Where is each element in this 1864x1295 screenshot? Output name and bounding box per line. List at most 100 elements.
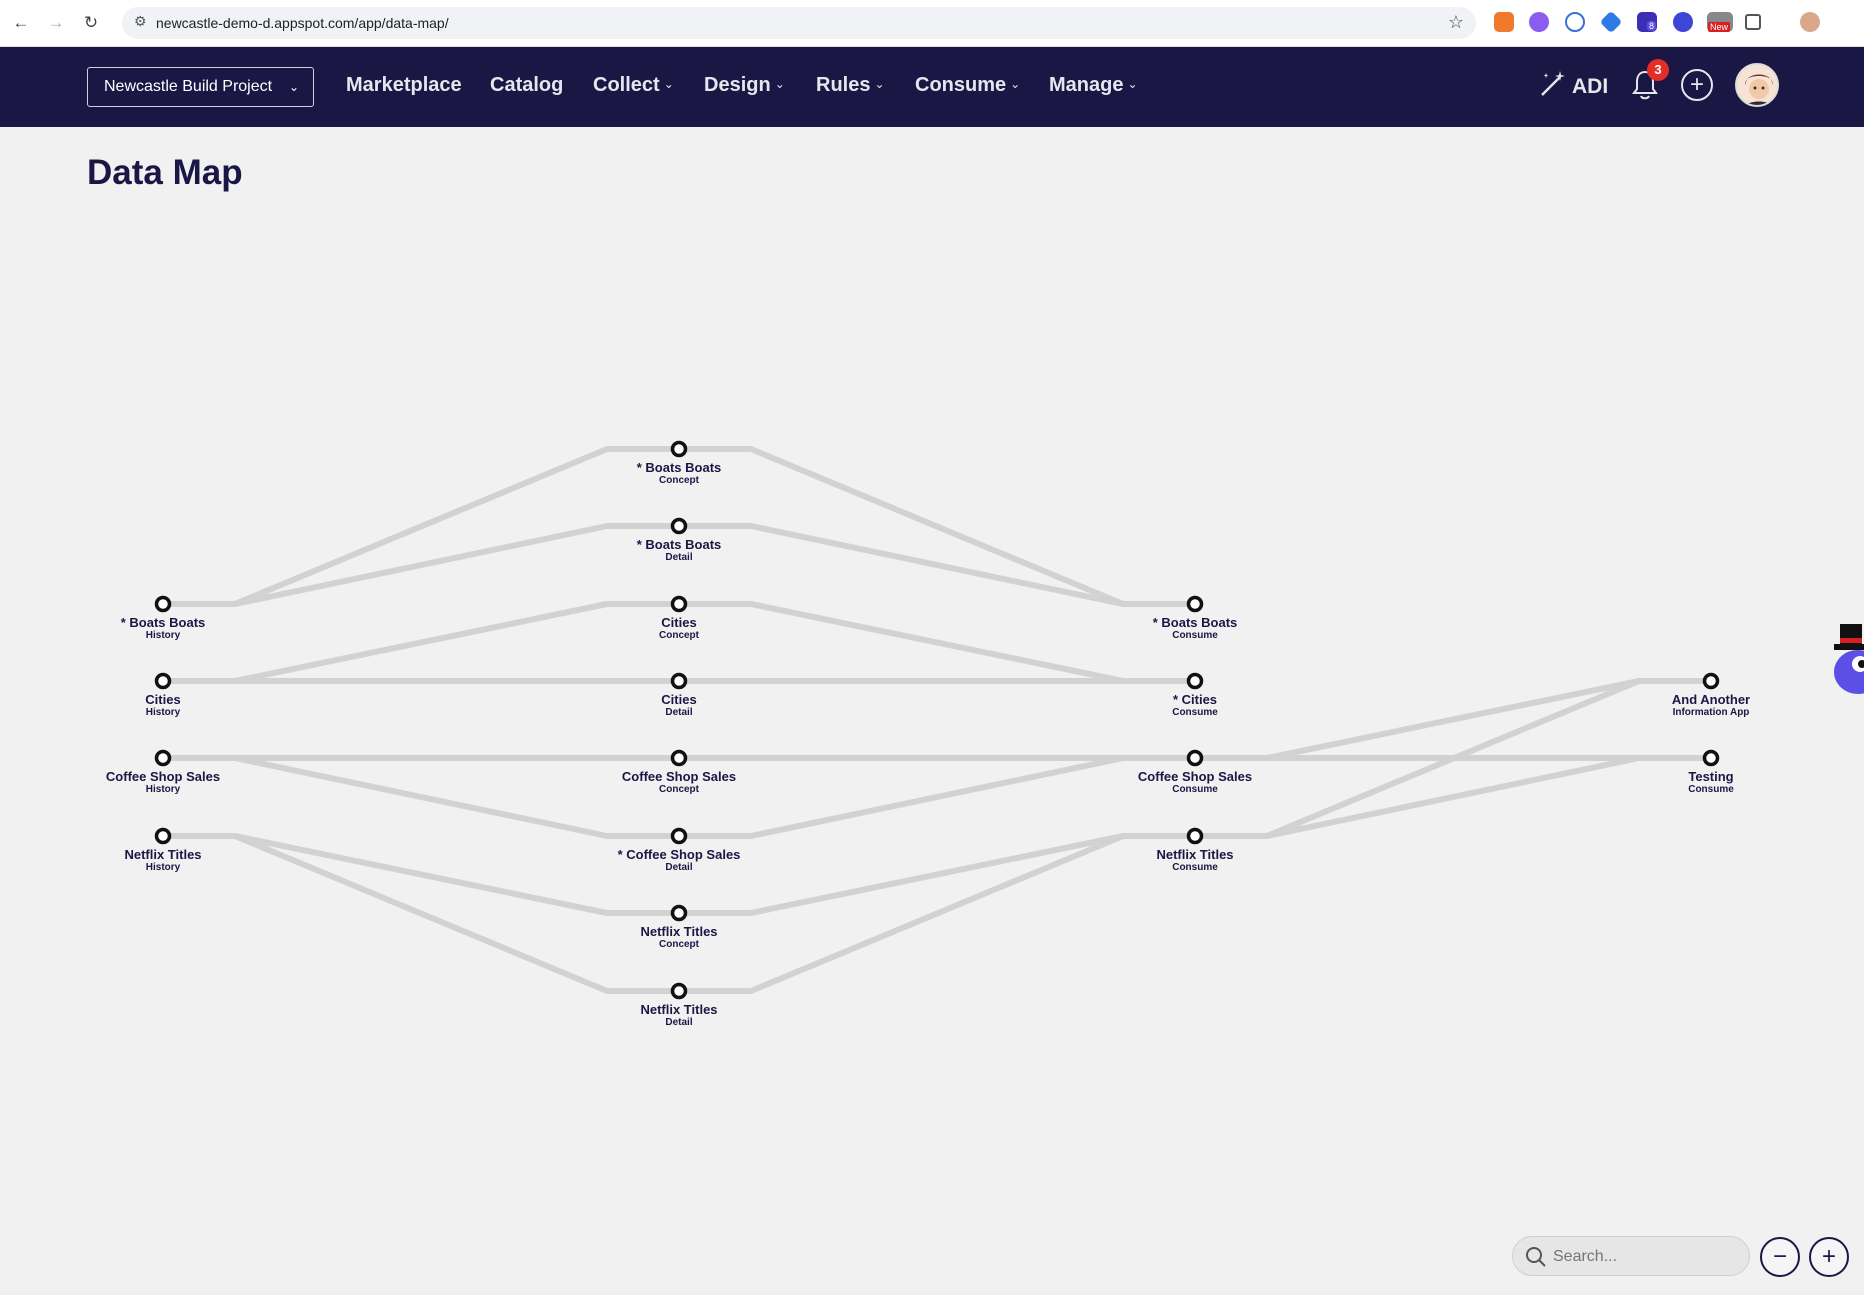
map-node-name: Testing	[1688, 769, 1734, 784]
map-node-label[interactable]: * Boats Boats Detail	[559, 537, 799, 564]
mascot-wizard-bird[interactable]	[1826, 620, 1864, 710]
map-node-kind: Concept	[659, 784, 699, 795]
map-node-label[interactable]: Coffee Shop Sales Concept	[559, 770, 799, 796]
extension-icon-3[interactable]	[1565, 12, 1585, 32]
map-node-label[interactable]: * Boats Boats Consume	[1075, 615, 1315, 642]
address-bar[interactable]: ⚙ newcastle-demo-d.appspot.com/app/data-…	[122, 7, 1476, 39]
profile-icon[interactable]	[1800, 12, 1820, 32]
browser-toolbar: ← → ↻ ⚙ newcastle-demo-d.appspot.com/app…	[0, 0, 1864, 47]
map-node-name: * Boats Boats	[1152, 615, 1238, 630]
map-node-name: * Boats Boats	[636, 537, 722, 552]
adi-button[interactable]: ADI	[1538, 69, 1608, 99]
map-node-kind: Consume	[1688, 784, 1734, 795]
map-node-h4[interactable]	[154, 827, 172, 845]
map-node-a2[interactable]	[1702, 749, 1720, 767]
back-icon[interactable]: ←	[10, 12, 32, 34]
search-input[interactable]	[1553, 1245, 1733, 1269]
map-node-label[interactable]: Netflix Titles Consume	[1075, 848, 1315, 874]
chevron-down-icon: ⌄	[1127, 77, 1138, 91]
map-node-label[interactable]: Coffee Shop Sales History	[43, 769, 283, 796]
map-node-name: And Another	[1671, 692, 1751, 707]
map-node-label[interactable]: Testing Consume	[1591, 769, 1831, 796]
map-node-m7[interactable]	[670, 904, 688, 922]
map-node-kind: Consume	[1172, 707, 1218, 718]
map-node-kind: Detail	[665, 862, 693, 873]
map-node-label[interactable]: And Another Information App	[1591, 692, 1831, 719]
map-node-label[interactable]: Netflix Titles History	[43, 848, 283, 874]
map-node-label[interactable]: Cities Detail	[559, 693, 799, 719]
map-node-name: Netflix Titles	[640, 1002, 718, 1017]
project-name: Newcastle Build Project	[104, 78, 273, 95]
site-info-icon[interactable]: ⚙	[134, 13, 147, 30]
nav-catalog[interactable]: Catalog	[490, 74, 563, 97]
reload-icon[interactable]: ↻	[80, 12, 102, 34]
map-node-label[interactable]: Netflix Titles Detail	[559, 1002, 799, 1029]
nav-design[interactable]: Design ⌄	[704, 74, 785, 97]
extension-badge: 8	[1647, 21, 1657, 31]
map-node-name: Netflix Titles	[640, 924, 718, 939]
extension-icon-new[interactable]: New	[1707, 12, 1733, 32]
map-node-name: Cities	[661, 615, 697, 630]
project-selector[interactable]: Newcastle Build Project ⌄	[87, 67, 314, 107]
map-node-kind: Consume	[1172, 784, 1218, 795]
magic-wand-icon	[1541, 71, 1565, 96]
map-node-m4[interactable]	[670, 672, 688, 690]
nav-collect[interactable]: Collect ⌄	[593, 74, 674, 97]
extension-icon-4[interactable]	[1599, 10, 1623, 34]
map-node-m6[interactable]	[670, 827, 688, 845]
map-node-name: Coffee Shop Sales	[1137, 769, 1253, 784]
map-node-c2[interactable]	[1186, 672, 1204, 690]
map-node-kind: Consume	[1172, 630, 1218, 641]
nav-rules[interactable]: Rules ⌄	[816, 74, 885, 97]
map-node-m8[interactable]	[670, 982, 688, 1000]
extension-icon-1[interactable]	[1494, 12, 1514, 32]
map-node-label[interactable]: Netflix Titles Concept	[559, 924, 799, 951]
map-node-label[interactable]: Cities History	[43, 692, 283, 719]
extension-icon-2[interactable]	[1529, 12, 1549, 32]
zoom-out-button[interactable]: −	[1760, 1237, 1800, 1277]
map-node-m3[interactable]	[670, 595, 688, 613]
map-node-h2[interactable]	[154, 672, 172, 690]
map-node-label[interactable]: * Boats Boats Concept	[559, 461, 799, 487]
bookmark-star-icon[interactable]: ☆	[1448, 12, 1464, 33]
forward-icon[interactable]: →	[45, 12, 67, 34]
map-node-m1[interactable]	[670, 440, 688, 458]
url-text: newcastle-demo-d.appspot.com/app/data-ma…	[156, 15, 449, 31]
extensions-puzzle-icon[interactable]	[1745, 14, 1761, 30]
add-button[interactable]: +	[1681, 69, 1713, 101]
map-node-label[interactable]: * Cities Consume	[1075, 693, 1315, 719]
map-node-kind: Concept	[659, 939, 699, 950]
chevron-down-icon: ⌄	[663, 77, 674, 91]
search-icon	[1526, 1247, 1546, 1267]
map-node-label[interactable]: Cities Concept	[559, 615, 799, 642]
map-node-kind: Consume	[1172, 862, 1218, 873]
nav-marketplace[interactable]: Marketplace	[346, 74, 462, 97]
nav-consume[interactable]: Consume ⌄	[915, 74, 1020, 97]
chevron-down-icon: ⌄	[1010, 77, 1021, 91]
map-node-kind: Detail	[665, 1017, 693, 1028]
data-map-canvas[interactable]	[0, 127, 1864, 1087]
map-node-a1[interactable]	[1702, 672, 1720, 690]
chevron-down-icon: ⌄	[874, 77, 885, 91]
map-node-name: Coffee Shop Sales	[105, 769, 221, 784]
map-node-c4[interactable]	[1186, 827, 1204, 845]
extension-icon-5[interactable]: 8	[1637, 12, 1657, 32]
notification-count-badge: 3	[1647, 59, 1669, 81]
zoom-in-button[interactable]: +	[1809, 1237, 1849, 1277]
map-node-m5[interactable]	[670, 749, 688, 767]
map-node-label[interactable]: * Coffee Shop Sales Detail	[559, 847, 799, 874]
map-node-name: * Coffee Shop Sales	[617, 847, 741, 862]
map-search[interactable]	[1512, 1236, 1750, 1276]
map-node-h3[interactable]	[154, 749, 172, 767]
map-node-kind: Detail	[665, 552, 693, 563]
map-node-name: Cities	[145, 692, 181, 707]
nav-manage[interactable]: Manage ⌄	[1049, 74, 1138, 97]
map-node-label[interactable]: * Boats Boats History	[43, 616, 283, 642]
map-node-m2[interactable]	[670, 517, 688, 535]
extension-icon-6[interactable]	[1673, 12, 1693, 32]
map-node-h1[interactable]	[154, 595, 172, 613]
map-node-label[interactable]: Coffee Shop Sales Consume	[1075, 769, 1315, 796]
map-node-c3[interactable]	[1186, 749, 1204, 767]
user-avatar[interactable]	[1735, 63, 1779, 107]
map-node-c1[interactable]	[1186, 595, 1204, 613]
